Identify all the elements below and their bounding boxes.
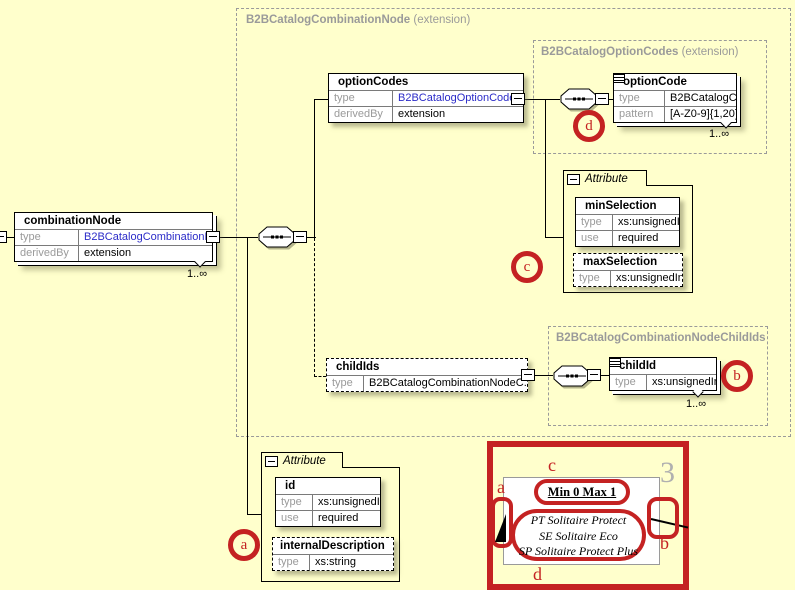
connector-to-optioncodes <box>314 99 328 100</box>
connector-minmax-branch <box>545 99 546 237</box>
type-link[interactable]: B2BCatalogOptionCodes <box>393 91 523 106</box>
element-title: optionCodes <box>329 74 523 90</box>
attribute-group-id-tab: Attribute <box>261 452 343 468</box>
element-title: optionCode <box>614 74 736 90</box>
marker-ring-b: b <box>721 360 753 392</box>
connector-attr-branch <box>247 238 248 515</box>
connector-to-childid <box>601 375 609 376</box>
element-title: combinationNode <box>15 213 212 229</box>
attribute-group-minmax-tab: Attribute <box>563 170 647 186</box>
collapse-icon-attributes[interactable] <box>567 174 580 185</box>
type-link[interactable]: B2BCatalogCombinationN... <box>79 230 212 245</box>
connector-optioncodes-out <box>525 99 560 100</box>
collapse-icon-childids-sequence[interactable] <box>587 369 601 381</box>
connector-node-to-sequence <box>220 237 258 238</box>
collapse-icon-main-sequence[interactable] <box>293 231 307 243</box>
element-child-ids[interactable]: childIds typeB2BCatalogCombinationNodeC.… <box>326 358 528 392</box>
annotation-icon <box>609 357 621 367</box>
legend-label-a: a <box>497 477 505 498</box>
occurs-label: 1..∞ <box>686 398 706 410</box>
schema-diagram-canvas: B2BCatalogCombinationNode (extension) B2… <box>0 0 795 590</box>
occurs-label: 1..∞ <box>187 268 207 280</box>
attribute-title: internalDescription <box>273 538 393 554</box>
element-child-id[interactable]: childId typexs:unsignedInt <box>609 357 717 391</box>
attribute-group-label: Attribute <box>585 173 628 185</box>
marker-ring-c: c <box>511 251 543 283</box>
attribute-group-label: Attribute <box>283 455 326 467</box>
sequence-icon-main[interactable] <box>258 226 296 248</box>
collapse-icon-root[interactable] <box>0 231 7 243</box>
connector-to-childids-dashed <box>314 376 326 377</box>
legend-option: PT Solitaire Protect <box>513 513 644 529</box>
legend-highlight-right <box>647 497 679 539</box>
attribute-id[interactable]: id typexs:unsignedInt userequired <box>275 477 381 527</box>
element-title: childId <box>610 358 716 374</box>
legend-option: SP Solitaire Protect Plus <box>513 544 644 560</box>
legend-label-c: c <box>548 455 556 476</box>
annotation-icon <box>613 73 625 83</box>
container-option-codes-label: B2BCatalogOptionCodes (extension) <box>541 46 738 58</box>
marker-ring-a: a <box>228 529 260 561</box>
attribute-internal-description[interactable]: internalDescription typexs:string <box>272 537 394 571</box>
container-child-ids-label: B2BCatalogCombinationNodeChildIds <box>556 332 766 344</box>
sequence-icon-childids[interactable] <box>553 365 591 387</box>
connector-up-branch <box>314 99 315 238</box>
sequence-icon-optioncodes[interactable] <box>560 88 598 110</box>
legend-cardinality-text: Min 0 Max 1 <box>534 479 630 505</box>
collapse-icon-combination-node[interactable] <box>206 231 220 243</box>
attribute-max-selection[interactable]: maxSelection typexs:unsignedInt <box>573 253 683 287</box>
collapse-icon-childids[interactable] <box>521 369 535 381</box>
attribute-title: maxSelection <box>574 254 682 270</box>
attribute-min-selection[interactable]: minSelection typexs:unsignedInt userequi… <box>575 197 680 247</box>
connector-down-branch-dashed <box>314 238 315 377</box>
legend-figure-number: 3 <box>660 456 675 490</box>
collapse-icon-attributes[interactable] <box>265 456 278 467</box>
element-title: childIds <box>327 359 527 375</box>
connector-to-id-attrs <box>247 514 261 515</box>
container-combination-node-label: B2BCatalogCombinationNode (extension) <box>246 14 470 26</box>
collapse-icon-optioncodes-sequence[interactable] <box>595 93 609 105</box>
legend-label-d: d <box>533 564 542 585</box>
element-combination-node[interactable]: combinationNode typeB2BCatalogCombinatio… <box>14 212 213 262</box>
connector-to-minmax-attrs <box>545 237 563 238</box>
attribute-title: minSelection <box>576 198 679 214</box>
element-option-code[interactable]: optionCode typeB2BCatalogCode pattern[A-… <box>613 73 737 123</box>
connector-childids-out <box>535 375 553 376</box>
legend-option: SE Solitaire Eco <box>513 529 644 545</box>
legend-options-text: PT Solitaire Protect SE Solitaire Eco SP… <box>513 513 644 560</box>
collapse-icon-optioncodes[interactable] <box>511 93 525 105</box>
occurs-label: 1..∞ <box>709 128 729 140</box>
marker-ring-d: d <box>573 110 605 142</box>
element-option-codes[interactable]: optionCodes typeB2BCatalogOptionCodes de… <box>328 73 524 123</box>
attribute-title: id <box>276 478 380 494</box>
